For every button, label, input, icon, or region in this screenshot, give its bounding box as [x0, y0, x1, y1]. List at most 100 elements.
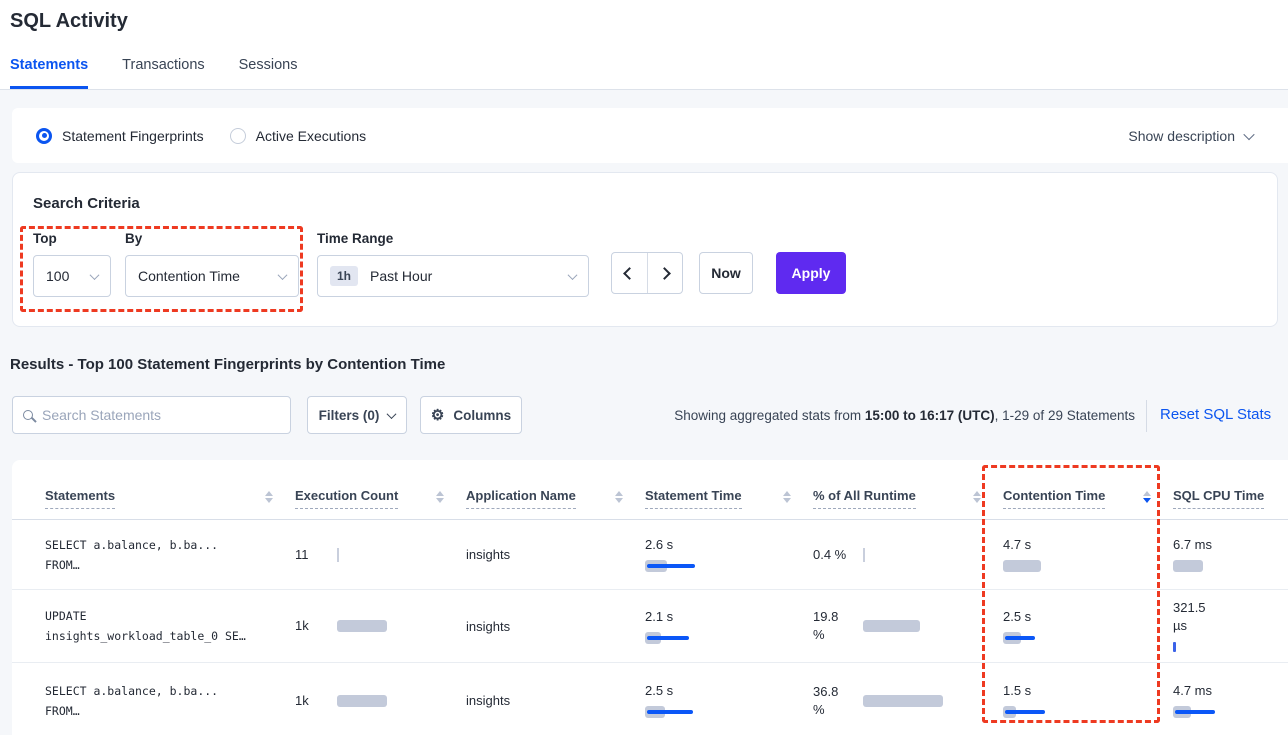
table-row: SELECT a.balance, b.ba...FROM… 11insights… — [12, 520, 1288, 590]
column-header-statement[interactable]: Statements — [45, 470, 295, 509]
tab-statements[interactable]: Statements — [10, 57, 88, 89]
cell-pct: 19.8 % — [813, 590, 1003, 662]
metric: 1k — [295, 617, 387, 635]
show-description-label: Show description — [1128, 128, 1235, 144]
column-header-pct[interactable]: % of All Runtime — [813, 470, 1003, 509]
chevron-down-icon — [278, 270, 288, 280]
metric-value: 4.7 ms — [1173, 682, 1212, 700]
cell-app: insights — [466, 520, 645, 589]
view-toggle-group: Statement Fingerprints Active Executions — [36, 128, 366, 144]
filters-label: Filters (0) — [319, 408, 380, 423]
metric: 2.6 s — [645, 536, 673, 573]
cell-exec: 1k — [295, 663, 466, 735]
column-header-label: Application Name — [466, 488, 576, 509]
radio-label: Active Executions — [256, 128, 367, 144]
next-time-window-button[interactable] — [648, 253, 683, 293]
apply-button[interactable]: Apply — [776, 252, 846, 294]
column-header-label: SQL CPU Time — [1173, 488, 1264, 509]
radio-option-active-executions[interactable]: Active Executions — [230, 128, 367, 144]
column-header-label: Statements — [45, 488, 115, 509]
metric-bar — [1003, 631, 1031, 645]
by-label: By — [125, 231, 299, 246]
metric: 19.8 % — [813, 608, 920, 644]
tab-sessions[interactable]: Sessions — [239, 57, 298, 89]
chevron-right-icon — [658, 267, 671, 280]
metric: 2.5 s — [1003, 608, 1031, 645]
metric-bar — [1003, 705, 1031, 719]
cell-exec: 11 — [295, 520, 466, 589]
sort-icon — [1143, 488, 1151, 503]
metric-bar — [1173, 640, 1221, 654]
time-window-nav — [611, 252, 683, 294]
top-select[interactable]: 100 — [33, 255, 111, 297]
cell-contention: 2.5 s — [1003, 590, 1173, 662]
reset-sql-stats-link[interactable]: Reset SQL Stats — [1160, 406, 1271, 423]
statements-table: Statements Execution CountApplication Nam… — [12, 460, 1288, 735]
table-header-row: Statements Execution CountApplication Nam… — [12, 460, 1288, 520]
filters-button[interactable]: Filters (0) — [307, 396, 407, 434]
column-header-exec[interactable]: Execution Count — [295, 470, 466, 509]
metric-bar — [337, 694, 387, 708]
cell-stmt_time: 2.6 s — [645, 520, 813, 589]
now-button[interactable]: Now — [699, 252, 753, 294]
column-header-app[interactable]: Application Name — [466, 470, 645, 509]
metric-value: 6.7 ms — [1173, 536, 1212, 554]
statement-fingerprint-link[interactable]: SELECT a.balance, b.ba...FROM… — [45, 535, 218, 575]
sort-icon — [783, 488, 791, 503]
metric-bar — [863, 619, 920, 633]
metric-bar — [1173, 559, 1212, 573]
metric: 36.8 % — [813, 683, 943, 719]
sort-icon — [973, 488, 981, 503]
cell-cpu: 6.7 ms — [1173, 520, 1288, 589]
by-select-value: Contention Time — [138, 268, 240, 284]
metric-value: 2.1 s — [645, 608, 673, 626]
sort-icon — [265, 488, 273, 503]
metric-bar — [645, 631, 673, 645]
time-range-badge: 1h — [330, 266, 358, 286]
metric-bar — [337, 619, 387, 633]
metric-value: 1k — [295, 617, 325, 635]
column-header-cpu[interactable]: SQL CPU Time — [1173, 470, 1288, 509]
time-range-select[interactable]: 1h Past Hour — [317, 255, 589, 297]
search-statements-input[interactable] — [42, 407, 280, 423]
cell-statement: UPDATEinsights_workload_table_0 SE… — [45, 590, 295, 662]
search-statements-box — [12, 396, 291, 434]
time-range-field: Time Range 1h Past Hour — [317, 231, 589, 297]
metric: 0.4 % — [813, 546, 865, 564]
metric-bar — [645, 559, 673, 573]
column-header-label: Contention Time — [1003, 488, 1105, 509]
show-description-toggle[interactable]: Show description — [1128, 128, 1253, 144]
cell-pct: 0.4 % — [813, 520, 1003, 589]
statement-fingerprint-link[interactable]: UPDATEinsights_workload_table_0 SE… — [45, 606, 246, 646]
columns-button[interactable]: ⚙ Columns — [420, 396, 522, 434]
column-header-stmt_time[interactable]: Statement Time — [645, 470, 813, 509]
results-toolbar: Filters (0) ⚙ Columns Showing aggregated… — [0, 396, 1288, 436]
metric-value: 1k — [295, 692, 325, 710]
cell-stmt_time: 2.1 s — [645, 590, 813, 662]
stats-time-range: 15:00 to 16:17 (UTC) — [865, 408, 995, 423]
by-select[interactable]: Contention Time — [125, 255, 299, 297]
search-icon — [23, 410, 33, 420]
statement-fingerprint-link[interactable]: SELECT a.balance, b.ba...FROM… — [45, 681, 218, 721]
metric: 1k — [295, 692, 387, 710]
application-name-value: insights — [466, 693, 510, 708]
metric-value: 2.6 s — [645, 536, 673, 554]
cell-statement: SELECT a.balance, b.ba...FROM… — [45, 663, 295, 735]
aggregated-stats-text: Showing aggregated stats from 15:00 to 1… — [560, 408, 1135, 423]
tab-bar: Statements Transactions Sessions — [10, 57, 297, 89]
cell-cpu: 321.5 µs — [1173, 590, 1288, 662]
radio-option-statement-fingerprints[interactable]: Statement Fingerprints — [36, 128, 204, 144]
tab-transactions[interactable]: Transactions — [122, 57, 204, 89]
top-field: Top 100 — [33, 231, 111, 297]
metric: 4.7 ms — [1173, 682, 1212, 719]
chevron-down-icon — [568, 270, 578, 280]
cell-contention: 1.5 s — [1003, 663, 1173, 735]
metric-value: 19.8 % — [813, 608, 851, 644]
columns-label: Columns — [453, 408, 511, 423]
radio-label: Statement Fingerprints — [62, 128, 204, 144]
previous-time-window-button[interactable] — [612, 253, 648, 293]
column-header-contention[interactable]: Contention Time — [1003, 470, 1173, 509]
chevron-down-icon — [90, 270, 100, 280]
top-label: Top — [33, 231, 111, 246]
metric: 2.1 s — [645, 608, 673, 645]
